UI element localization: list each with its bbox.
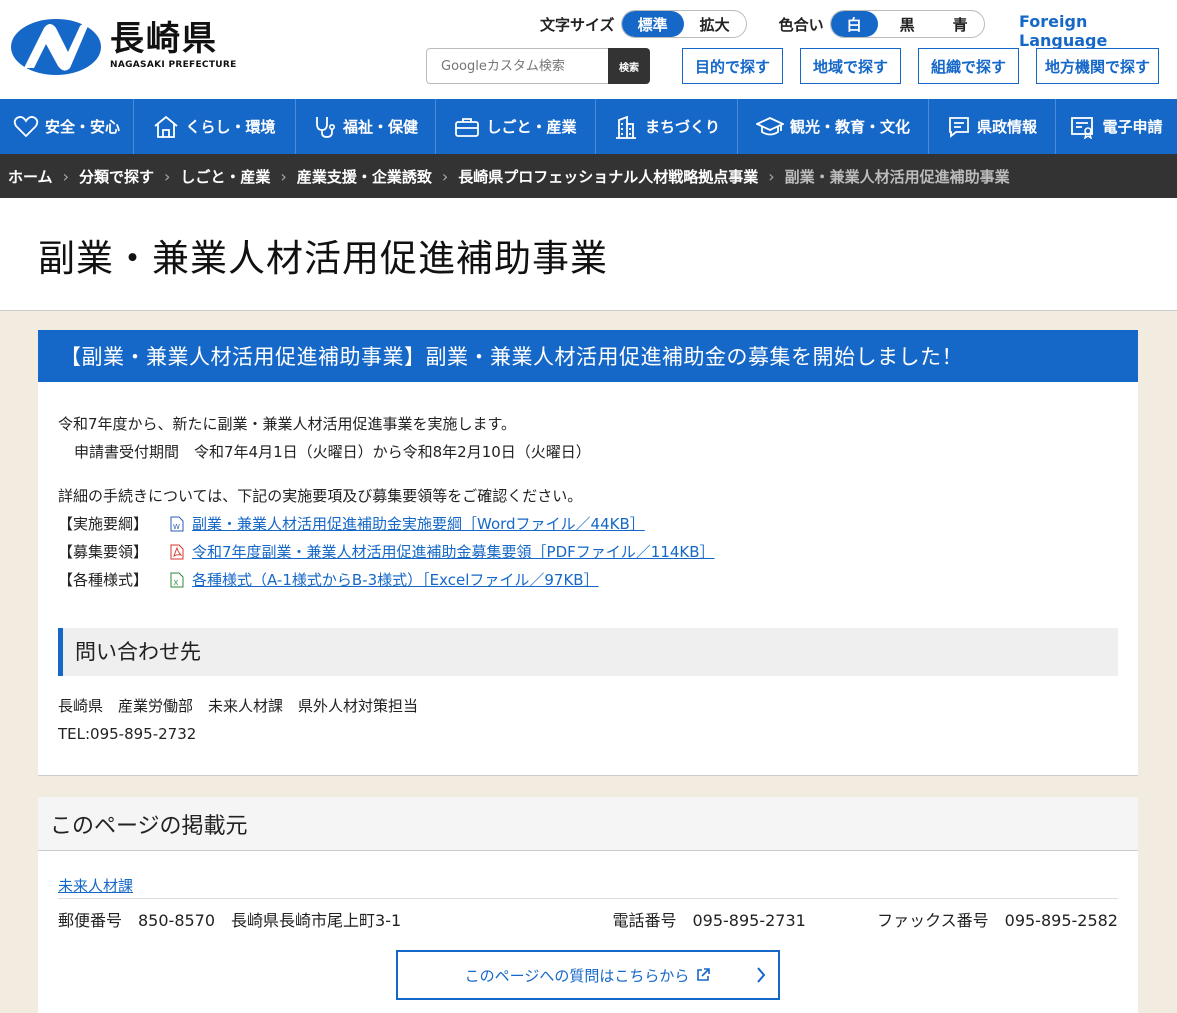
chevron-right-icon: › bbox=[441, 166, 449, 186]
find-by-region-button[interactable]: 地域で探す bbox=[800, 48, 901, 84]
recruitment-guidelines-link[interactable]: 令和7年度副業・兼業人材活用促進補助金募集要領［PDFファイル／114KB］ bbox=[192, 538, 715, 566]
document-row: 【募集要領】 令和7年度副業・兼業人材活用促進補助金募集要領［PDFファイル／1… bbox=[58, 538, 1118, 566]
publisher-heading: このページの掲載元 bbox=[38, 797, 1138, 851]
question-button-label: このページへの質問はこちらから bbox=[464, 966, 690, 985]
chevron-right-icon: › bbox=[280, 166, 287, 186]
forms-link[interactable]: 各種様式（A-1様式からB-3様式）［Excelファイル／97KB］ bbox=[192, 566, 599, 594]
gnav-label: 観光・教育・文化 bbox=[789, 118, 910, 136]
publisher-fax: ファックス番号 095-895-2582 bbox=[877, 911, 1118, 930]
breadcrumb-work[interactable]: しごと・産業 bbox=[180, 166, 270, 187]
document-row: 【各種様式】 X 各種様式（A-1様式からB-3様式）［Excelファイル／97… bbox=[58, 566, 1118, 594]
word-file-icon: W bbox=[170, 516, 184, 532]
implementation-guidelines-link[interactable]: 副業・兼業人材活用促進補助金実施要綱［Wordファイル／44KB］ bbox=[192, 510, 645, 538]
divider bbox=[58, 898, 1118, 899]
external-link-icon bbox=[697, 968, 711, 981]
gnav-item-tourism[interactable]: 観光・教育・文化 bbox=[738, 99, 929, 154]
page-title: 副業・兼業人材活用促進補助事業 bbox=[38, 237, 608, 280]
pdf-file-icon bbox=[170, 544, 184, 560]
svg-text:X: X bbox=[174, 579, 179, 587]
gnav-label: しごと・産業 bbox=[486, 118, 577, 136]
gnav-label: 県政情報 bbox=[976, 118, 1037, 136]
contact-heading: 問い合わせ先 bbox=[58, 628, 1118, 676]
site-logo[interactable]: 長崎県 NAGASAKI PREFECTURE bbox=[10, 18, 237, 76]
breadcrumb-industry[interactable]: 産業支援・企業誘致 bbox=[297, 166, 432, 187]
document-row: 【実施要綱】 W 副業・兼業人材活用促進補助金実施要綱［Wordファイル／44K… bbox=[58, 510, 1118, 538]
excel-file-icon: X bbox=[170, 572, 184, 588]
details-intro: 詳細の手続きについては、下記の実施要項及び募集要領等をご確認ください。 bbox=[58, 487, 583, 505]
gnav-label: 電子申請 bbox=[1102, 118, 1163, 136]
document-label: 【実施要綱】 bbox=[58, 515, 149, 533]
house-icon bbox=[154, 115, 179, 138]
article-card: 【副業・兼業人材活用促進補助事業】副業・兼業人材活用促進補助金の募集を開始しまし… bbox=[38, 330, 1138, 776]
find-by-local-agency-button[interactable]: 地方機関で探す bbox=[1036, 48, 1159, 84]
gnav-label: 安全・安心 bbox=[44, 118, 120, 136]
breadcrumb-category[interactable]: 分類で探す bbox=[79, 166, 154, 187]
breadcrumb: ホーム › 分類で探す › しごと・産業 › 産業支援・企業誘致 › 長崎県プロ… bbox=[0, 154, 1177, 198]
chevron-right-icon: › bbox=[163, 166, 171, 186]
find-by-purpose-button[interactable]: 目的で探す bbox=[682, 48, 783, 84]
question-button[interactable]: このページへの質問はこちらから bbox=[396, 950, 780, 1000]
color-toggle: 白 黒 青 bbox=[829, 10, 985, 38]
certificate-icon bbox=[1071, 116, 1094, 139]
site-header: 長崎県 NAGASAKI PREFECTURE 文字サイズ 標準 拡大 色合い … bbox=[0, 0, 1177, 99]
gnav-item-living[interactable]: くらし・環境 bbox=[134, 99, 296, 154]
breadcrumb-professional[interactable]: 長崎県プロフェッショナル人材戦略拠点事業 bbox=[458, 166, 758, 187]
nagasaki-logo-icon bbox=[11, 19, 101, 75]
graduation-cap-icon bbox=[755, 116, 784, 135]
publisher-card: このページの掲載元 未来人材課 郵便番号 850-8570 長崎県長崎市尾上町3… bbox=[38, 797, 1138, 1013]
document-label: 【各種様式】 bbox=[58, 571, 149, 589]
gnav-item-town[interactable]: まちづくり bbox=[596, 99, 738, 154]
publisher-department-link[interactable]: 未来人材課 bbox=[58, 875, 133, 896]
briefcase-icon bbox=[455, 117, 480, 137]
display-settings: 文字サイズ 標準 拡大 色合い 白 黒 青 bbox=[540, 10, 985, 38]
breadcrumb-current: 副業・兼業人材活用促進補助事業 bbox=[784, 167, 1010, 186]
color-black-button[interactable]: 黒 bbox=[878, 11, 937, 37]
stethoscope-icon bbox=[316, 116, 335, 138]
find-by-organization-button[interactable]: 組織で探す bbox=[918, 48, 1019, 84]
publisher-info: 郵便番号 850-8570 長崎県長崎市尾上町3-1 電話番号 095-895-… bbox=[58, 907, 1118, 931]
speech-bubble-icon bbox=[949, 116, 969, 138]
color-blue-button[interactable]: 青 bbox=[937, 11, 984, 37]
heart-icon bbox=[13, 115, 39, 137]
logo-roman: NAGASAKI PREFECTURE bbox=[110, 60, 237, 70]
search-input[interactable] bbox=[426, 48, 608, 84]
gnav-item-government[interactable]: 県政情報 bbox=[929, 99, 1056, 154]
article-intro: 令和7年度から、新たに副業・兼業人材活用促進事業を実施します。 bbox=[58, 415, 517, 433]
site-search: 検索 bbox=[426, 48, 650, 84]
gnav-item-safety[interactable]: 安全・安心 bbox=[0, 99, 134, 154]
breadcrumb-home[interactable]: ホーム bbox=[8, 166, 53, 187]
font-size-standard-button[interactable]: 標準 bbox=[621, 11, 684, 37]
chevron-right-icon: › bbox=[768, 166, 775, 186]
title-bar: 副業・兼業人材活用促進補助事業 bbox=[0, 198, 1177, 311]
building-icon bbox=[615, 115, 636, 139]
application-period: 申請書受付期間 令和7年4月1日（火曜日）から令和8年2月10日（火曜日） bbox=[74, 443, 591, 461]
font-size-label: 文字サイズ bbox=[540, 15, 615, 34]
contact-tel: TEL:095-895-2732 bbox=[58, 725, 197, 743]
gnav-label: 福祉・保健 bbox=[342, 118, 418, 136]
gnav-item-e-application[interactable]: 電子申請 bbox=[1056, 99, 1177, 154]
gnav-item-work[interactable]: しごと・産業 bbox=[436, 99, 596, 154]
document-label: 【募集要領】 bbox=[58, 543, 149, 561]
contact-org: 長崎県 産業労働部 未来人材課 県外人材対策担当 bbox=[58, 697, 419, 715]
publisher-phone: 電話番号 095-895-2731 bbox=[612, 911, 806, 930]
find-buttons: 目的で探す 地域で探す 組織で探す 地方機関で探す bbox=[682, 48, 1159, 84]
gnav-label: まちづくり bbox=[644, 118, 720, 136]
foreign-language-link[interactable]: Foreign Language bbox=[1019, 12, 1177, 50]
logo-kanji: 長崎県 bbox=[110, 19, 218, 59]
global-nav: 安全・安心 くらし・環境 福祉・保健 しごと・産業 まちづくり 観光・教育・文化… bbox=[0, 99, 1177, 154]
chevron-right-icon bbox=[757, 967, 766, 983]
gnav-label: くらし・環境 bbox=[185, 118, 276, 136]
font-size-toggle: 標準 拡大 bbox=[620, 10, 747, 38]
publisher-address: 郵便番号 850-8570 長崎県長崎市尾上町3-1 bbox=[58, 911, 402, 930]
color-white-button[interactable]: 白 bbox=[830, 11, 878, 37]
font-size-large-button[interactable]: 拡大 bbox=[684, 11, 746, 37]
search-button[interactable]: 検索 bbox=[608, 48, 650, 84]
article-heading: 【副業・兼業人材活用促進補助事業】副業・兼業人材活用促進補助金の募集を開始しまし… bbox=[38, 330, 1138, 382]
svg-text:W: W bbox=[173, 523, 180, 531]
chevron-right-icon: › bbox=[62, 166, 69, 186]
gnav-item-welfare[interactable]: 福祉・保健 bbox=[296, 99, 436, 154]
color-label: 色合い bbox=[778, 15, 824, 34]
